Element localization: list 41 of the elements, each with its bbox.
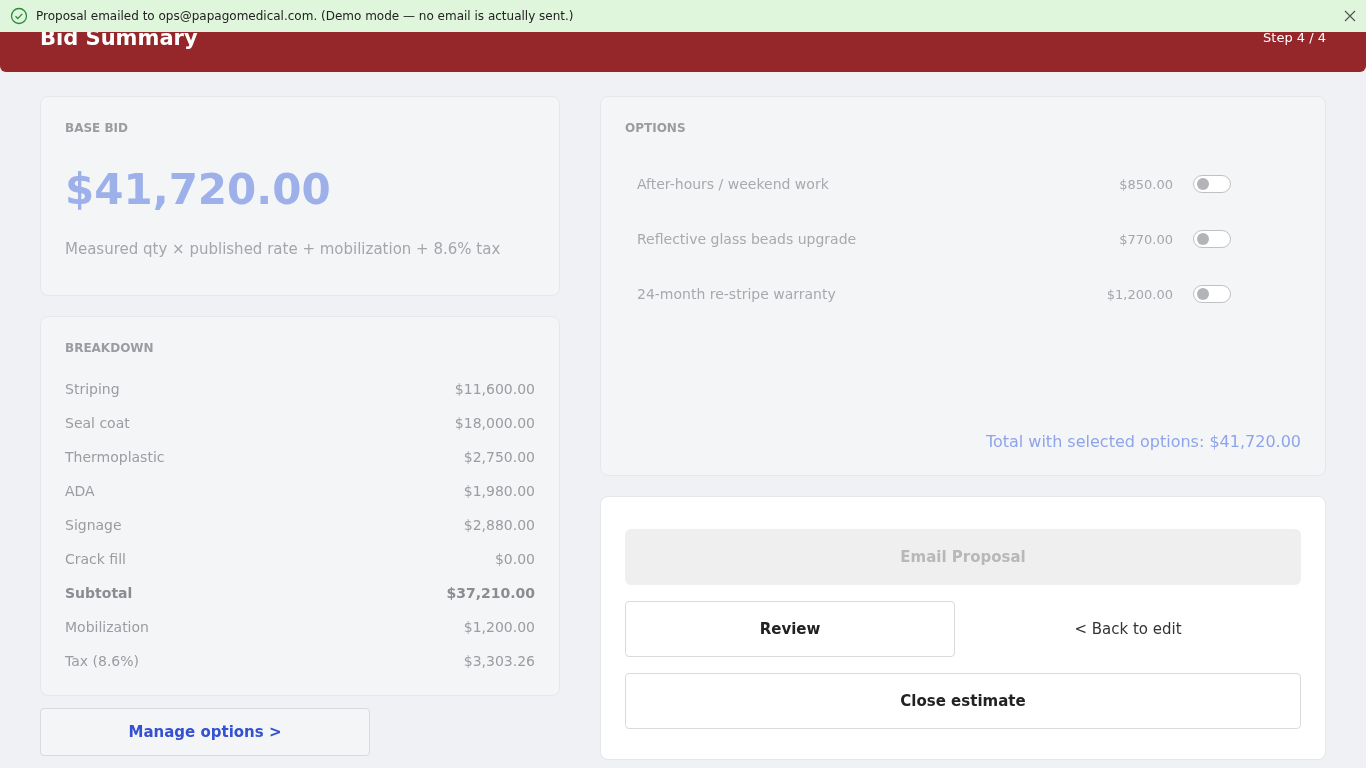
toggle-switch[interactable] [1193,175,1231,193]
option-label: Reflective glass beads upgrade [637,231,858,247]
option-price: $850.00 [1119,176,1173,192]
line-item-label: Thermoplastic [65,448,165,467]
line-item-value: $3,303.26 [463,652,535,671]
bid-note: Measured qty × published rate + mobilization + 8.6% tax [65,240,502,258]
option-price: $1,200.00 [1106,286,1173,302]
check-icon [10,7,28,25]
line-item-value: $0.00 [494,550,535,569]
line-item-label: Signage [65,516,122,535]
step-indicator: Step 4 / 4 [1263,30,1326,45]
close-estimate-button[interactable]: Close estimate [625,673,1301,729]
toggle-switch[interactable] [1193,230,1231,248]
line-item-value: $1,980.00 [463,482,535,501]
line-item-label: Striping [65,380,120,399]
section-heading: BASE BID [65,121,130,135]
line-item-value: $37,210.00 [446,584,535,603]
option-label: After-hours / weekend work [637,176,830,192]
options-total: Total with selected options: $41,720.00 [984,432,1301,451]
back-to-edit-link[interactable]: < Back to edit [955,620,1301,638]
line-item-label: Subtotal [65,584,133,603]
option-price: $770.00 [1119,231,1173,247]
line-item-label: ADA [65,482,95,501]
toast-message: Proposal emailed to ops@papagomedical.com. (Demo mode — no email is actually sent.) [36,9,575,23]
bid-amount: $41,720.00 [65,165,332,214]
option-label: 24-month re-stripe warranty [637,286,837,302]
line-item-value: $11,600.00 [454,380,535,399]
manage-options-button[interactable]: Manage options > [40,708,370,756]
line-item-label: Seal coat [65,414,130,433]
line-item-value: $18,000.00 [454,414,535,433]
line-item-value: $2,880.00 [463,516,535,535]
line-item-label: Tax (8.6%) [65,652,140,671]
line-item-value: $1,200.00 [463,618,535,637]
line-item-value: $2,750.00 [463,448,535,467]
review-button[interactable]: Review [625,601,955,657]
toggle-switch[interactable] [1193,285,1231,303]
section-heading: BREAKDOWN [65,341,155,355]
line-item-label: Mobilization [65,618,149,637]
section-heading: OPTIONS [625,121,687,135]
close-icon[interactable] [1344,10,1356,22]
line-item-label: Crack fill [65,550,126,569]
